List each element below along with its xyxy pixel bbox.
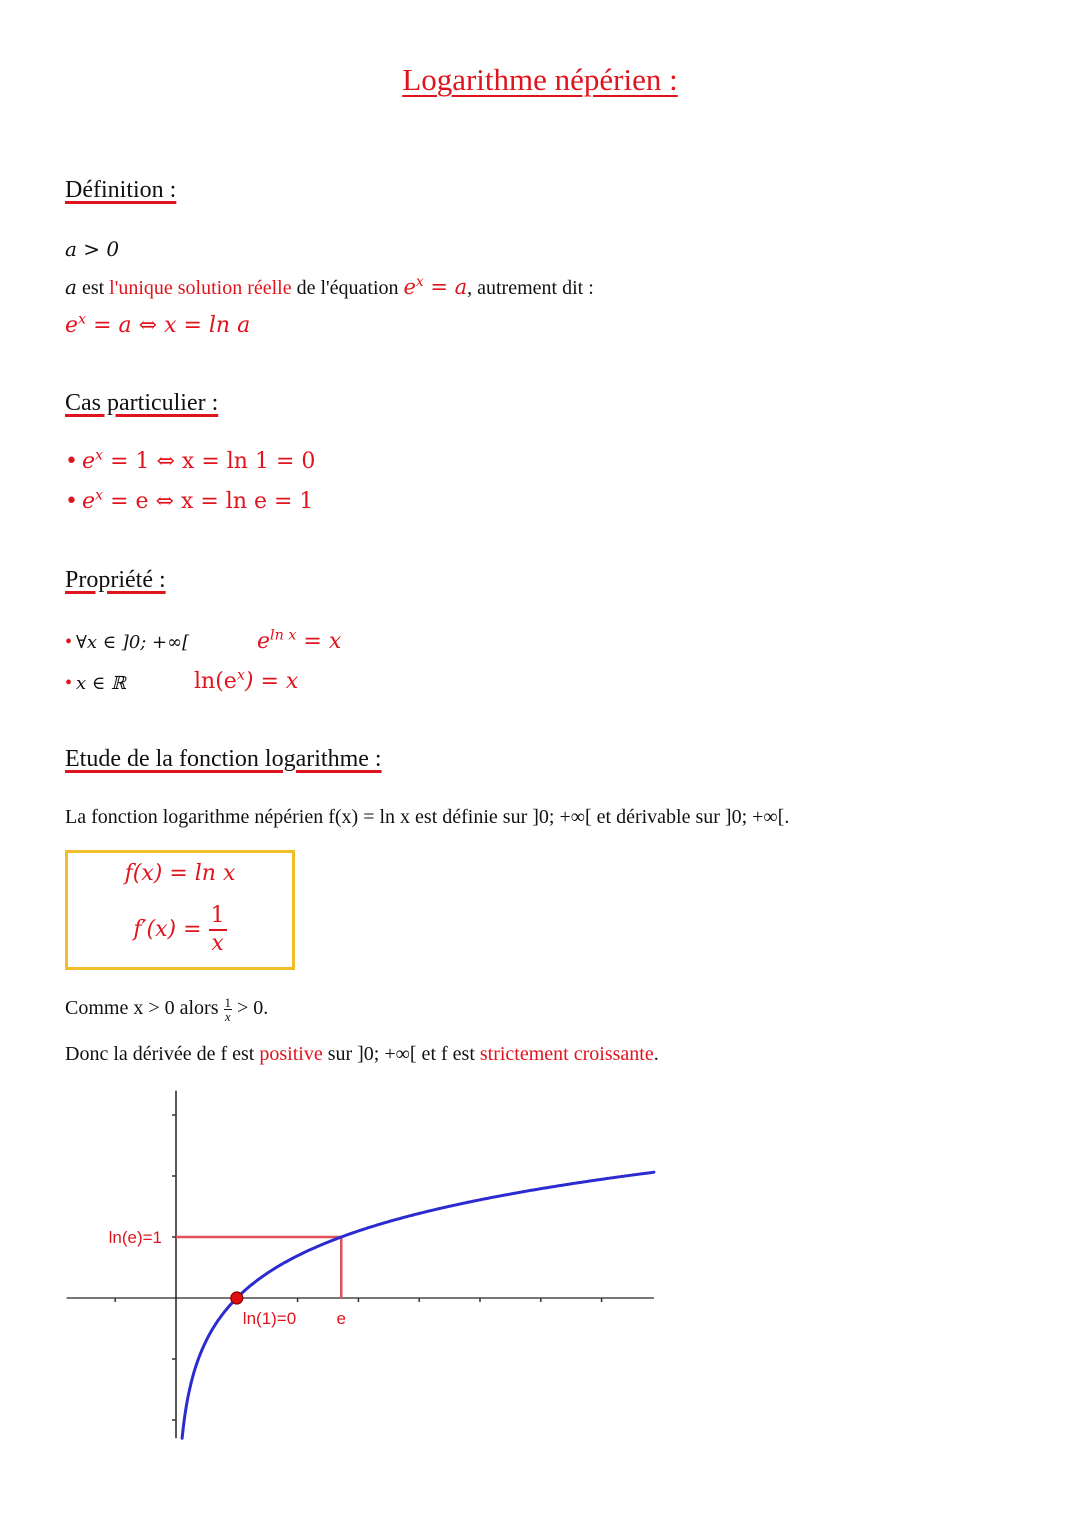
label-ln-1: ln(1)=0 [243,1309,296,1328]
label-e: e [337,1309,346,1328]
ln-curve [180,1170,656,1440]
label-ln-e: ln(e)=1 [109,1228,162,1247]
ln-chart: ln(e)=1 e ln(1)=0 [66,1090,656,1440]
point-ln-1 [230,1291,244,1305]
